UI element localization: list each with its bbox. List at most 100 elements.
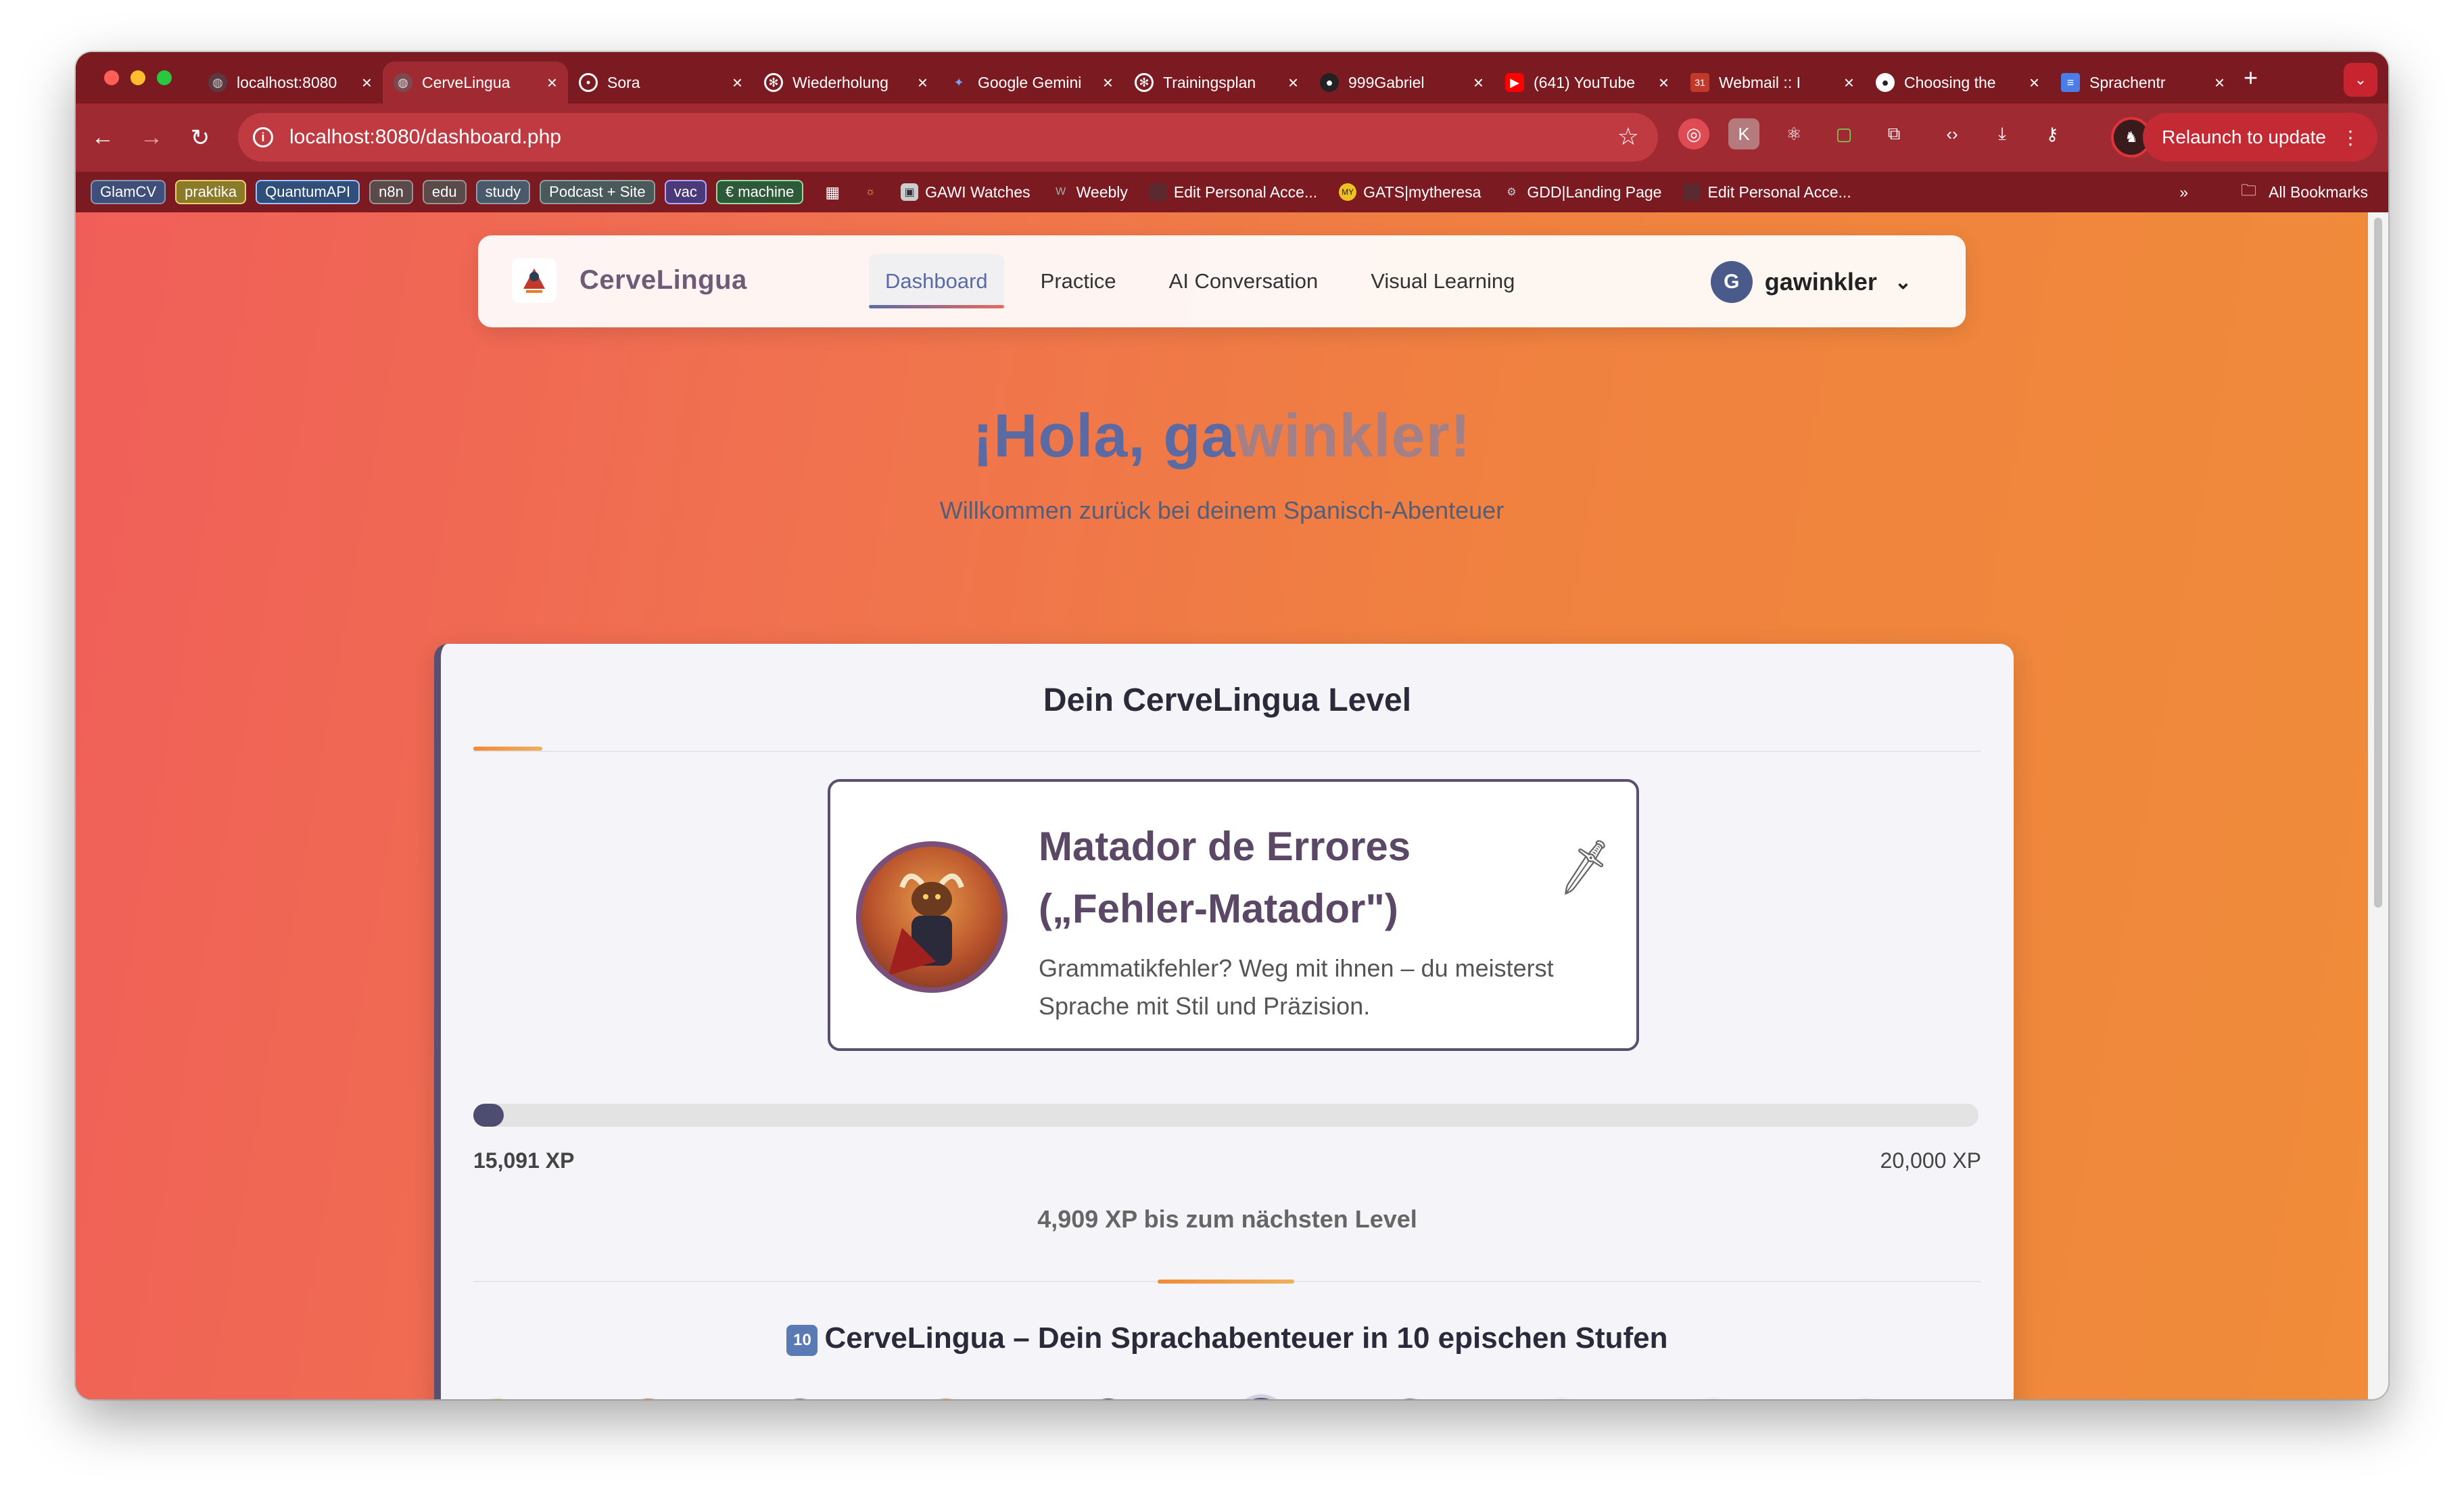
greeting-username: winkler! (1235, 402, 1471, 470)
bookmark-folder[interactable]: vac (664, 180, 707, 204)
bookmark-folder[interactable]: n8n (369, 180, 413, 204)
back-button[interactable]: ← (78, 124, 127, 151)
extensions-puzzle-icon[interactable]: ⧉ (1878, 118, 1910, 149)
close-icon[interactable]: × (1103, 72, 1113, 93)
close-icon[interactable]: × (1844, 72, 1854, 93)
bookmark-folder[interactable]: edu (422, 180, 467, 204)
tab[interactable]: 31 Webmail :: I × (1680, 62, 1865, 103)
page-scrollbar[interactable] (2368, 212, 2388, 1399)
tab-search-button[interactable]: ⌄ (2344, 63, 2377, 97)
forward-button[interactable]: → (127, 124, 176, 151)
address-bar[interactable]: i localhost:8080/dashboard.php ☆ (238, 113, 1658, 162)
brand-name[interactable]: CerveLingua (579, 265, 747, 296)
chevron-double-right-icon[interactable]: » (2179, 183, 2188, 202)
nav-ai-conversation[interactable]: AI Conversation (1153, 254, 1335, 308)
bookmark-item[interactable]: ⚙ GDD|Landing Page (1502, 183, 1661, 202)
bookmark-item[interactable]: ☼ (861, 183, 879, 201)
greeting-text: ¡Hola, ga (972, 402, 1236, 470)
bookmark-folder[interactable]: study (475, 180, 531, 204)
close-icon[interactable]: × (1473, 72, 1484, 93)
close-icon[interactable]: × (1659, 72, 1669, 93)
close-icon[interactable]: × (732, 72, 742, 93)
tab[interactable]: ◍ CerveLingua × (383, 62, 568, 103)
reload-button[interactable]: ↻ (176, 124, 224, 151)
greeting-heading: ¡Hola, gawinkler! (76, 402, 2368, 471)
close-icon[interactable]: × (2214, 72, 2225, 93)
tab[interactable]: ✻ Wiederholung × (753, 62, 939, 103)
bookmarks-bar: GlamCV praktika QuantumAPI n8n edu study… (76, 172, 2388, 212)
main-nav: Dashboard Practice AI Conversation Visua… (869, 254, 1531, 308)
tab-strip: ◍ localhost:8080 × ◍ CerveLingua × • Sora × ✻ W… (76, 52, 2388, 103)
site-info-icon[interactable]: i (253, 127, 273, 147)
journey-heading: 10 CerveLingua – Dein Sprachabenteuer in … (441, 1321, 2014, 1356)
bookmark-folder[interactable]: € machine (715, 180, 804, 204)
level-description: Grammatikfehler? Weg mit ihnen – du meis… (1039, 954, 1554, 1020)
keycap-ten-icon: 10 (786, 1325, 818, 1356)
bookmark-folder[interactable]: GlamCV (91, 180, 166, 204)
user-menu[interactable]: G gawinkler ⌄ (1710, 261, 1912, 303)
tab-title: Choosing the (1904, 73, 1996, 91)
tab-title: (641) YouTube (1534, 73, 1636, 91)
xp-to-next-level: 4,909 XP bis zum nächsten Level (1037, 1205, 1417, 1233)
chat-extension-icon[interactable]: ▢ (1828, 118, 1859, 149)
close-icon[interactable]: × (2029, 72, 2039, 93)
bookmark-item[interactable]: MY GATS|mytheresa (1339, 183, 1481, 202)
tab[interactable]: ▶ (641) YouTube × (1494, 62, 1680, 103)
tab-title: Trainingsplan (1163, 73, 1256, 91)
window-controls (104, 70, 172, 85)
greeting-subtitle: Willkommen zurück bei deinem Spanisch-Ab… (939, 496, 1505, 524)
xp-progress-fill (473, 1104, 504, 1127)
minimize-window-button[interactable] (131, 70, 145, 85)
youtube-icon: ▶ (1505, 73, 1524, 92)
bookmark-folder[interactable]: praktika (175, 180, 247, 204)
close-icon[interactable]: × (547, 72, 557, 93)
bookmark-label: GDD|Landing Page (1527, 183, 1662, 201)
all-bookmarks-link[interactable]: All Bookmarks (2269, 183, 2368, 202)
tab[interactable]: • Sora × (568, 62, 753, 103)
tab[interactable]: ● Choosing the × (1865, 62, 2050, 103)
nav-dashboard[interactable]: Dashboard (869, 254, 1004, 308)
more-vertical-icon[interactable]: ⋮ (2341, 126, 2360, 149)
bookmark-star-icon[interactable]: ☆ (1617, 122, 1639, 151)
bookmark-folder[interactable]: Podcast + Site (540, 180, 655, 204)
relaunch-button[interactable]: Relaunch to update ⋮ (2143, 113, 2377, 162)
tab-title: Webmail :: I (1719, 73, 1801, 91)
close-icon[interactable]: × (918, 72, 928, 93)
close-icon[interactable]: × (1288, 72, 1298, 93)
tab[interactable]: ● 999Gabriel × (1309, 62, 1494, 103)
weebly-icon: W (1056, 186, 1066, 197)
apps-grid-icon[interactable]: ▦ (825, 183, 840, 202)
close-window-button[interactable] (104, 70, 119, 85)
bookmark-label: GATS|mytheresa (1363, 183, 1482, 201)
download-icon[interactable]: ⤓ (1987, 118, 2018, 149)
nav-practice[interactable]: Practice (1024, 254, 1133, 308)
extension-icon[interactable]: K (1728, 118, 1759, 149)
tab[interactable]: ✦ Google Gemini × (939, 62, 1124, 103)
tab[interactable]: ≡ Sprachentr × (2050, 62, 2235, 103)
scrollbar-thumb[interactable] (2374, 218, 2382, 908)
extension-icon[interactable]: ◎ (1678, 118, 1709, 149)
password-key-icon[interactable]: ⚷ (2037, 118, 2068, 149)
openai-icon: ✻ (1135, 73, 1154, 92)
github-icon: ● (1876, 73, 1895, 92)
level-step[interactable]: 6 (1233, 1394, 1289, 1399)
bookmark-label: Weebly (1076, 183, 1128, 201)
tab-list: ◍ localhost:8080 × ◍ CerveLingua × • Sora × ✻ W… (197, 52, 2235, 103)
bookmark-item[interactable]: Edit Personal Acce... (1683, 183, 1851, 202)
tab[interactable]: ◍ localhost:8080 × (197, 62, 383, 103)
new-tab-button[interactable]: + (2244, 66, 2258, 90)
nav-visual-learning[interactable]: Visual Learning (1354, 254, 1531, 308)
zoom-window-button[interactable] (157, 70, 172, 85)
close-icon[interactable]: × (362, 72, 372, 93)
bookmark-item[interactable]: W Weebly (1052, 183, 1128, 202)
cervelingua-logo[interactable] (512, 258, 556, 303)
bookmark-folder[interactable]: QuantumAPI (256, 180, 360, 204)
globe-icon: ◍ (208, 73, 227, 92)
title-accent (473, 747, 542, 751)
react-devtools-icon[interactable]: ⚛ (1778, 118, 1809, 149)
bookmark-item[interactable]: Edit Personal Acce... (1149, 183, 1317, 202)
devtools-code-icon[interactable]: ‹› (1937, 118, 1968, 149)
level-card: Dein CerveLingua Level Matador de Errore… (434, 644, 2014, 1399)
bookmark-item[interactable]: ▣ GAWI Watches (901, 183, 1030, 202)
tab[interactable]: ✻ Trainingsplan × (1124, 62, 1309, 103)
